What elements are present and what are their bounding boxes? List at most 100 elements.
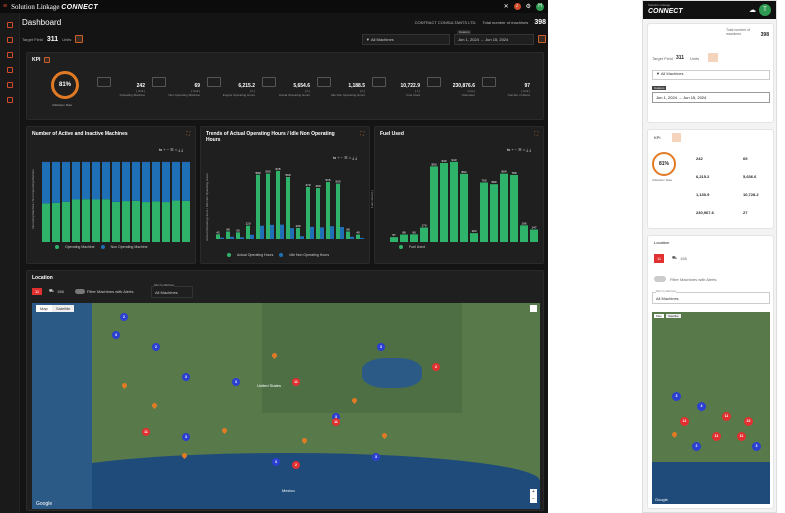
chart-bar[interactable] bbox=[470, 233, 478, 242]
cluster-marker[interactable]: 3 bbox=[372, 453, 380, 461]
cluster-marker[interactable]: 11 bbox=[332, 418, 340, 426]
chart-bar[interactable] bbox=[122, 161, 130, 202]
chart-bar[interactable] bbox=[316, 188, 320, 239]
chart-toolbar[interactable]: ⇆ + − ☰ ⌂ ⤓ ⤓ bbox=[333, 155, 357, 160]
cluster-marker[interactable]: 11 bbox=[722, 412, 731, 421]
mobile-avatar[interactable]: T bbox=[759, 4, 771, 16]
settings-icon[interactable]: ⚙ bbox=[526, 3, 531, 10]
chart-bar[interactable] bbox=[132, 161, 140, 201]
chart-bar[interactable] bbox=[62, 201, 70, 242]
mobile-tab-map[interactable]: Map bbox=[654, 314, 664, 318]
chart-bar[interactable] bbox=[276, 170, 280, 239]
cluster-marker[interactable]: 2 bbox=[152, 343, 160, 351]
mobile-alerts-toggle[interactable] bbox=[654, 276, 666, 282]
chart-bar[interactable] bbox=[500, 173, 508, 242]
chart-bar[interactable] bbox=[240, 237, 244, 239]
location-machine-select[interactable]: Filter by Machines All Machines bbox=[151, 284, 193, 298]
chart-bar[interactable] bbox=[410, 234, 418, 242]
cluster-marker[interactable]: 3 bbox=[182, 433, 190, 441]
chart-bar[interactable] bbox=[330, 226, 334, 239]
chart-bar[interactable] bbox=[390, 237, 398, 242]
chart-bar[interactable] bbox=[122, 201, 130, 242]
cluster-marker[interactable]: 3 bbox=[672, 392, 681, 401]
fullscreen-icon[interactable] bbox=[530, 305, 537, 312]
chart-bar[interactable] bbox=[440, 162, 448, 242]
cluster-marker[interactable]: 11 bbox=[680, 417, 689, 426]
alerts-toggle[interactable] bbox=[75, 289, 85, 294]
chart-bar[interactable] bbox=[306, 186, 310, 239]
chart-bar[interactable] bbox=[162, 202, 170, 242]
chart-bar[interactable] bbox=[142, 161, 150, 203]
notification-icon[interactable]: 2 bbox=[513, 3, 521, 10]
chart-bar[interactable] bbox=[420, 227, 428, 242]
cluster-marker[interactable]: 3 bbox=[232, 378, 240, 386]
chart-bar[interactable] bbox=[92, 161, 100, 200]
chart-bar[interactable] bbox=[480, 182, 488, 243]
sidebar-item-documents[interactable] bbox=[6, 82, 13, 88]
chart-bar[interactable] bbox=[42, 161, 50, 204]
chart-bar[interactable] bbox=[260, 225, 264, 239]
chart-bar[interactable] bbox=[356, 234, 360, 239]
chart-bar[interactable] bbox=[162, 161, 170, 203]
chart-bar[interactable] bbox=[310, 226, 314, 239]
chart-bar[interactable] bbox=[450, 161, 458, 242]
map-tab-map[interactable]: Map bbox=[36, 305, 52, 312]
chart-bar[interactable] bbox=[230, 236, 234, 239]
chart-bar[interactable] bbox=[220, 237, 224, 239]
chart-bar[interactable] bbox=[152, 161, 160, 202]
chart-bar[interactable] bbox=[520, 225, 528, 242]
chart-bar[interactable] bbox=[490, 184, 498, 242]
cluster-marker[interactable]: 11 bbox=[142, 428, 150, 436]
mobile-tab-sat[interactable]: Satellite bbox=[666, 314, 681, 318]
chart-bar[interactable] bbox=[256, 174, 260, 239]
chart-bar[interactable] bbox=[52, 161, 60, 203]
chart-bar[interactable] bbox=[326, 181, 330, 239]
chart-bar[interactable] bbox=[42, 203, 50, 242]
chart-bar[interactable] bbox=[336, 183, 340, 239]
chart-bar[interactable] bbox=[82, 161, 90, 200]
expand-icon[interactable]: ⛶ bbox=[186, 131, 190, 137]
cluster-marker[interactable]: 2 bbox=[432, 363, 440, 371]
cluster-marker[interactable]: 4 bbox=[697, 402, 706, 411]
edit-target-button[interactable] bbox=[75, 35, 84, 43]
expand-icon[interactable]: ⛶ bbox=[360, 131, 364, 137]
chart-bar[interactable] bbox=[270, 224, 274, 239]
chart-bar[interactable] bbox=[290, 228, 294, 239]
menu-icon[interactable]: ≡ bbox=[3, 3, 7, 10]
chart-bar[interactable] bbox=[360, 237, 364, 239]
chart-bar[interactable] bbox=[346, 231, 350, 239]
chart-bar[interactable] bbox=[236, 232, 240, 239]
mobile-date-select[interactable]: Jun 1, 2024 → Jun 15, 2024 bbox=[652, 92, 770, 103]
cluster-marker[interactable]: 3 bbox=[182, 373, 190, 381]
cluster-marker[interactable]: 11 bbox=[737, 432, 746, 441]
date-range-select[interactable]: Custom Jun 1, 2024 → Jun 15, 2024 bbox=[454, 29, 534, 45]
avatar[interactable]: H bbox=[536, 2, 544, 11]
cluster-marker[interactable]: 3 bbox=[272, 458, 280, 466]
mobile-edit-target[interactable] bbox=[708, 53, 718, 62]
cluster-marker[interactable]: 22 bbox=[744, 417, 753, 426]
chart-bar[interactable] bbox=[510, 174, 518, 242]
location-map[interactable]: Map Satellite United States Mexico Googl… bbox=[32, 303, 540, 509]
mobile-alerts-count[interactable]: 11 bbox=[654, 254, 665, 263]
mobile-machine-select[interactable]: ▼ All Machines bbox=[652, 70, 770, 80]
chart-bar[interactable] bbox=[340, 227, 344, 239]
kpi-expand-button[interactable] bbox=[44, 57, 50, 63]
cluster-marker[interactable]: 2 bbox=[120, 313, 128, 321]
chart-bar[interactable] bbox=[152, 201, 160, 242]
chart-bar[interactable] bbox=[52, 202, 60, 242]
chart-bar[interactable] bbox=[142, 202, 150, 242]
sidebar-item-reports[interactable] bbox=[6, 67, 13, 73]
zoom-controls[interactable]: + − bbox=[530, 489, 537, 503]
chart-bar[interactable] bbox=[320, 227, 324, 239]
machine-pin[interactable] bbox=[220, 426, 229, 435]
chart-bar[interactable] bbox=[182, 161, 190, 201]
mobile-map[interactable]: Map Satellite Google 3 4 11 22 11 11 11 2 3 bbox=[652, 312, 770, 504]
machine-pin[interactable] bbox=[300, 436, 309, 445]
alerts-count[interactable]: 11 bbox=[32, 288, 43, 295]
chart-bar[interactable] bbox=[172, 200, 180, 242]
chart-bar[interactable] bbox=[182, 200, 190, 242]
chart-toolbar[interactable]: ⇆ + − ☰ ⌂ ⤓ ⤓ bbox=[507, 147, 531, 152]
chart-bar[interactable] bbox=[296, 227, 300, 239]
machine-pin[interactable] bbox=[150, 401, 159, 410]
chart-bar[interactable] bbox=[266, 173, 270, 239]
